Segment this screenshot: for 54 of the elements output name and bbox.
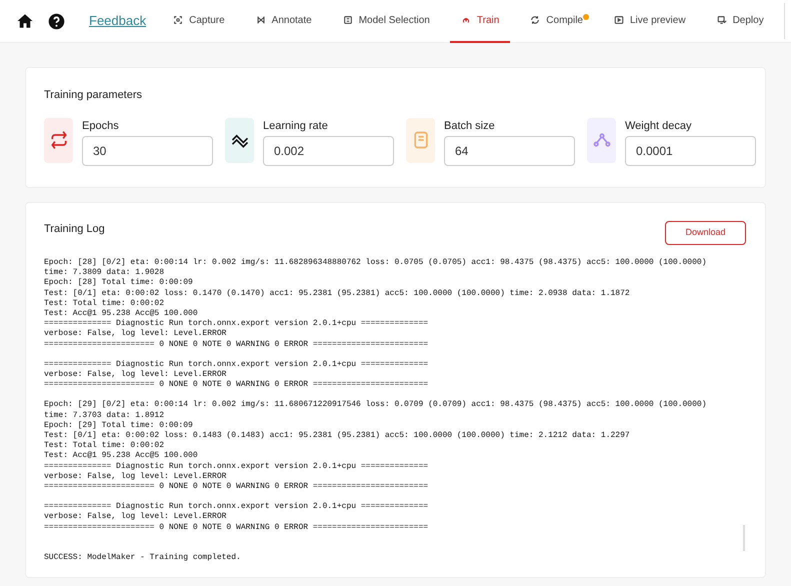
card-title: Training parameters [44,88,144,103]
log-line: Epoch: [28] [0/2] eta: 0:00:14 lr: 0.002 img/s: 11.682896348880762 loss: 0.0705 (0.0705) acc1: 98.4375 (98.4375) acc5: 100.0000 (100.0000) [44,258,707,268]
nav-tab[interactable]: Train [450,0,510,42]
parameter-input[interactable]: 30 [82,136,213,166]
log-line: time: 7.3703 data: 1.8912 [44,410,164,421]
scrollbar-thumb[interactable] [743,525,745,551]
log-line: ======================= 0 NONE 0 NOTE 0 WARNING 0 ERROR ======================== [44,380,428,390]
nav-tab[interactable]: Live preview [602,0,697,42]
log-line: Test: Total time: 0:00:02 [44,441,164,451]
log-line: Test: [0/1] eta: 0:00:02 loss: 0.1483 (0.1483) acc1: 95.2381 (95.2381) acc5: 100.0000 (100.0000) time: 2.1212 data: 1.2297 [44,431,630,441]
grid-icon [342,15,353,25]
log-line: time: 7.3809 data: 1.9028 [44,268,164,278]
parameter-input[interactable]: 64 [444,136,575,166]
home-icon[interactable] [16,12,34,30]
log-line: verbose: False, log level: Level.ERROR [44,472,226,482]
log-line: ======================= 0 NONE 0 NOTE 0 WARNING 0 ERROR ======================== [44,340,428,350]
log-line: Epoch: [28] Total time: 0:00:09 [44,278,193,289]
parameter-input[interactable]: 0.002 [263,136,394,166]
card-title: Training Log [44,222,105,237]
monitor-icon [716,15,727,25]
crop-icon [256,15,266,25]
field-label: Batch size [444,118,496,134]
field-label: Weight decay [625,118,692,134]
focus-icon [173,15,184,25]
help-icon[interactable] [48,12,65,30]
log-line: verbose: False, log level: Level.ERROR [44,329,226,340]
log-line: Test: [0/1] eta: 0:00:02 loss: 0.1470 (0.1470) acc1: 95.2381 (95.2381) acc5: 100.0000 (100.0000) time: 2.0938 data: 1.1872 [44,288,630,299]
field-label: Learning rate [263,118,329,134]
play-icon [614,15,624,25]
log-line: verbose: False, log level: Level.ERROR [44,512,226,523]
log-line: ============== Diagnostic Run torch.onnx.export version 2.0.1+cpu ============== [44,360,428,370]
log-line: Epoch: [29] Total time: 0:00:09 [44,420,193,431]
log-line: ======================= 0 NONE 0 NOTE 0 WARNING 0 ERROR ======================== [44,522,428,533]
sync-icon [530,15,540,25]
feedback-link[interactable]: Feedback [89,11,146,31]
log-line: Test: Total time: 0:00:02 [44,298,164,309]
nav-tab[interactable]: Annotate [244,0,323,42]
log-line: ============== Diagnostic Run torch.onnx.export version 2.0.1+cpu ============== [44,462,428,472]
log-line: verbose: False, log level: Level.ERROR [44,370,226,380]
repeat-icon [48,130,68,150]
log-line: ======================= 0 NONE 0 NOTE 0 WARNING 0 ERROR ======================== [44,482,428,492]
nav-tab[interactable]: Compile [519,0,594,42]
nav-tab[interactable]: Model Selection [332,0,441,42]
log-line: Epoch: [29] [0/2] eta: 0:00:14 lr: 0.002 img/s: 11.680671220917546 loss: 0.0709 (0.0709) acc1: 98.4375 (98.4375) acc5: 100.0000 (100.0000) [44,400,707,411]
nav-tab[interactable]: Deploy [706,0,775,42]
nav-tab[interactable]: Capture [162,0,236,42]
parameter-input[interactable]: 0.0001 [625,136,756,166]
log-line: Test: Acc@1 95.238 Acc@5 100.000 [44,451,198,462]
log-line: SUCCESS: ModelMaker - Training completed. [44,552,241,564]
log-line: ============== Diagnostic Run torch.onnx.export version 2.0.1+cpu ============== [44,319,428,329]
download-button[interactable]: Download [665,221,746,245]
log-line: ============== Diagnostic Run torch.onnx.export version 2.0.1+cpu ============== [44,502,428,512]
field-label: Epochs [82,118,120,134]
log-line: Test: Acc@1 95.238 Acc@5 100.000 [44,309,198,319]
